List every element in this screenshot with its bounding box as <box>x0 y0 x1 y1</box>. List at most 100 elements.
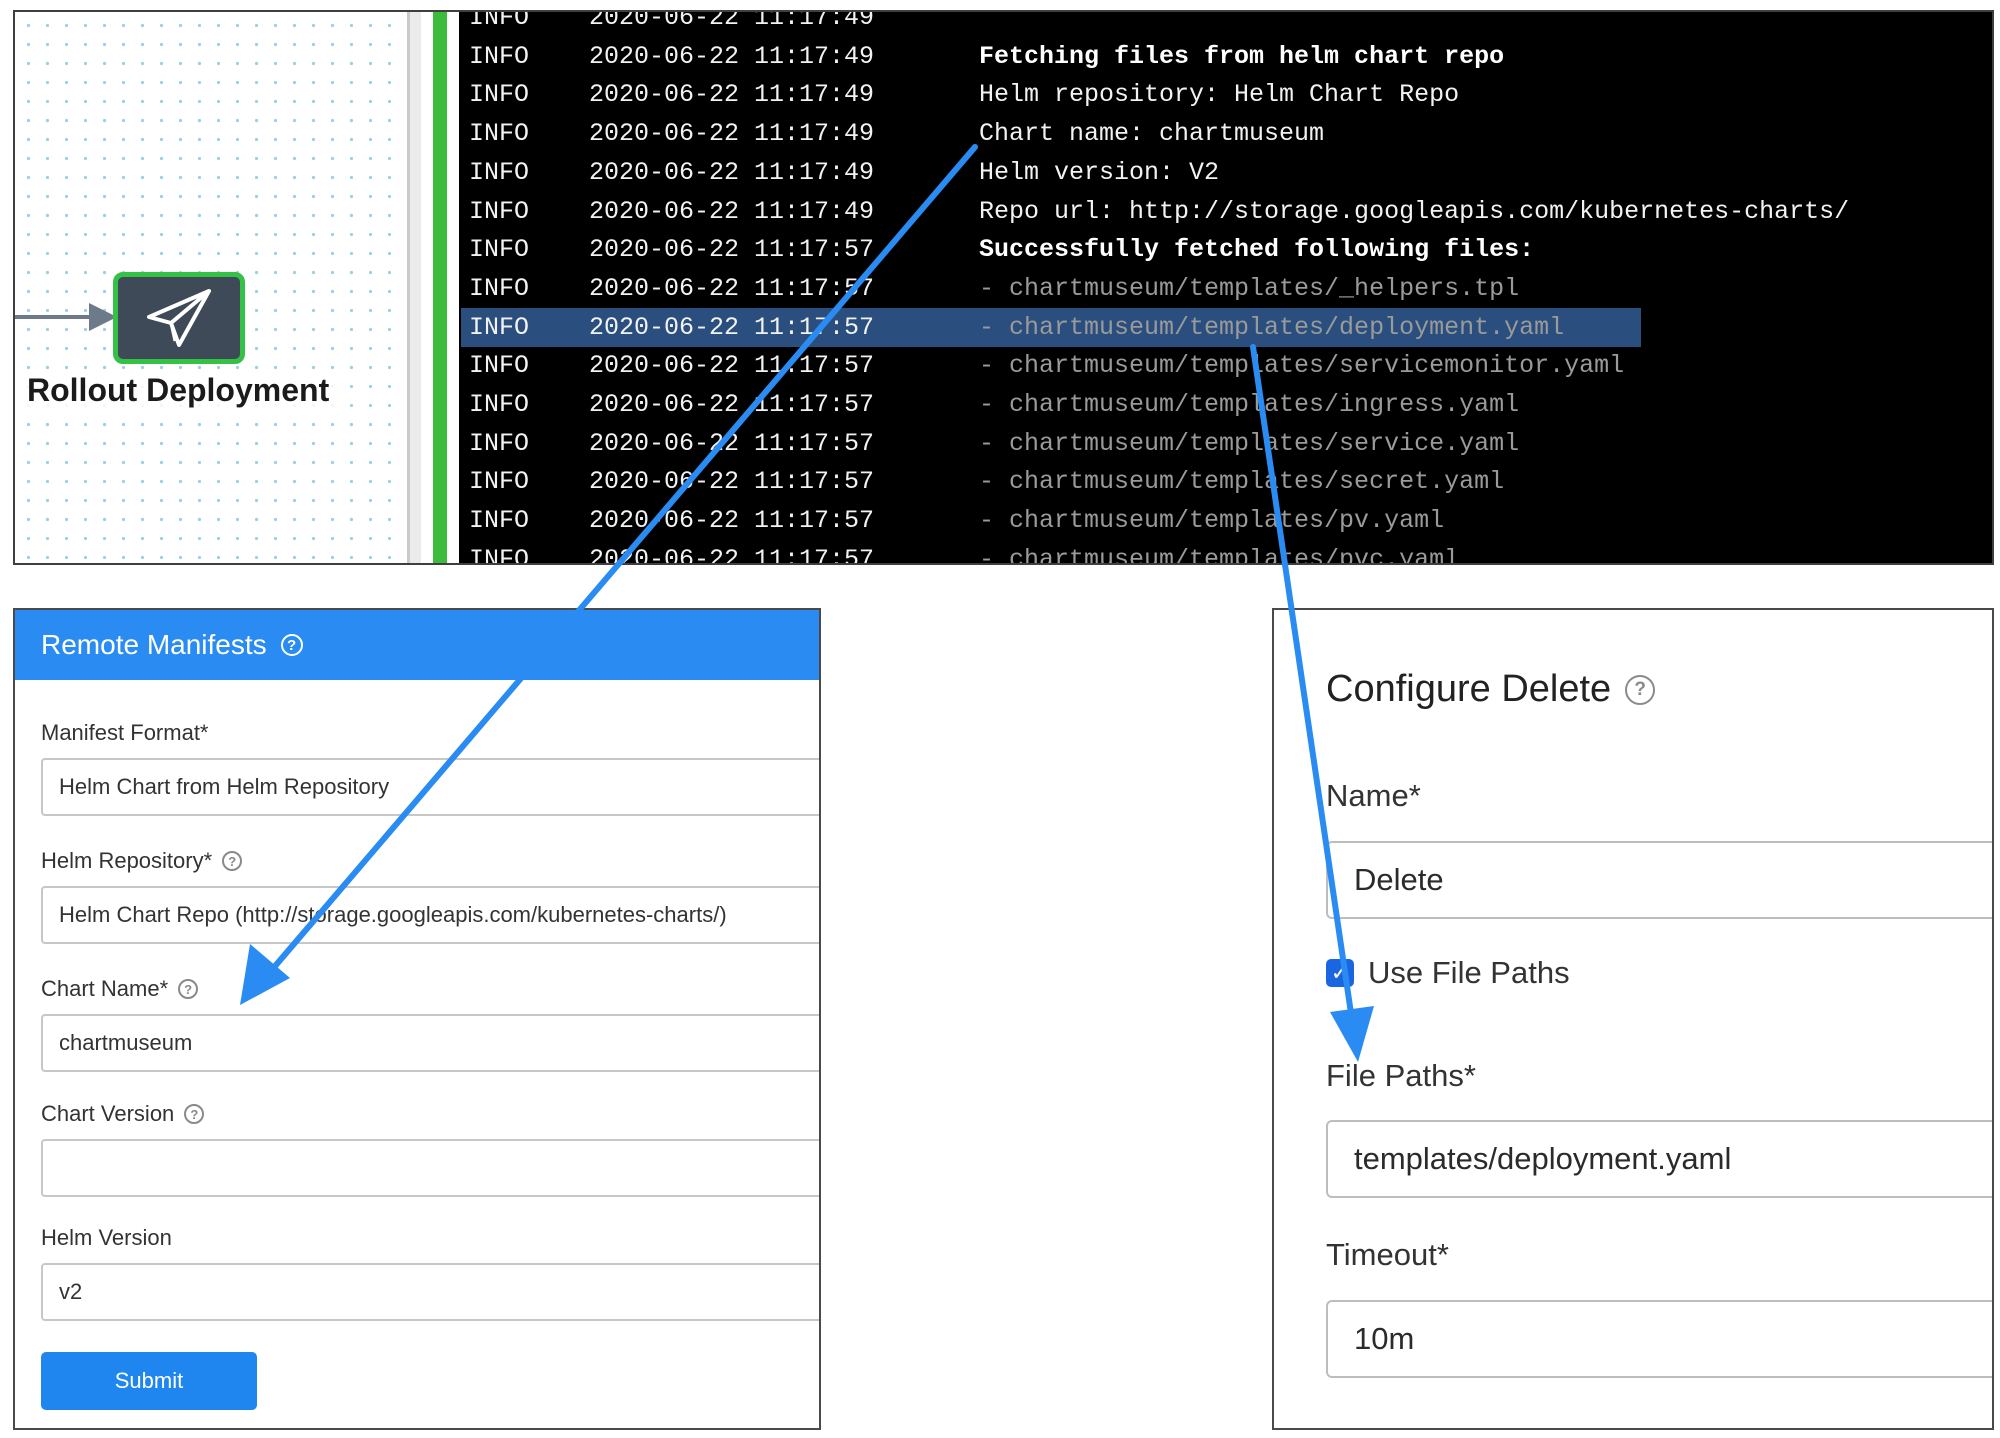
log-row[interactable]: INFO 2020-06-22 11:17:57 Successfully fetc… <box>459 230 1992 269</box>
log-message: - chartmuseum/templates/pv.yaml <box>979 506 1445 536</box>
log-row[interactable]: INFO 2020-06-22 11:17:49 Repo url: http://… <box>459 192 1992 231</box>
paper-plane-icon <box>147 289 211 347</box>
log-message: - chartmuseum/templates/service.yaml <box>979 428 1520 458</box>
log-level: INFO <box>469 312 530 342</box>
workflow-canvas: Rollout Deployment <box>15 12 407 563</box>
rollout-deployment-node[interactable] <box>113 272 245 364</box>
status-bar-success <box>433 12 447 563</box>
log-level: INFO <box>469 12 530 32</box>
log-level: INFO <box>469 119 530 149</box>
log-level: INFO <box>469 235 530 265</box>
log-timestamp: 2020-06-22 11:17:49 <box>589 80 875 110</box>
log-level: INFO <box>469 506 530 536</box>
log-message: Helm repository: Helm Chart Repo <box>979 80 1460 110</box>
log-row[interactable]: INFO 2020-06-22 11:17:49 Fetching files fr… <box>459 37 1992 76</box>
timeout-input[interactable]: 10m <box>1326 1300 1992 1378</box>
log-timestamp: 2020-06-22 11:17:57 <box>589 428 875 458</box>
log-timestamp: 2020-06-22 11:17:57 <box>589 235 875 265</box>
checkbox-checked-icon[interactable]: ✓ <box>1326 959 1354 987</box>
log-row[interactable]: INFO 2020-06-22 11:17:57 - chartmuseum/tem… <box>459 269 1992 308</box>
log-timestamp: 2020-06-22 11:17:57 <box>589 351 875 381</box>
helm-version-select[interactable]: v2 <box>41 1263 819 1321</box>
log-row[interactable]: INFO 2020-06-22 11:17:49 Chart name: chart… <box>459 114 1992 153</box>
helm-version-label-text: Helm Version <box>41 1225 172 1250</box>
help-icon[interactable]: ? <box>178 979 199 999</box>
log-message: - chartmuseum/templates/deployment.yaml <box>979 312 1565 342</box>
submit-button[interactable]: Submit <box>41 1352 257 1410</box>
chart-name-label: Chart Name* ? <box>41 976 199 1002</box>
file-paths-input[interactable]: templates/deployment.yaml <box>1326 1120 1992 1198</box>
log-timestamp: 2020-06-22 11:17:57 <box>589 312 875 342</box>
log-message: - chartmuseum/templates/servicemonitor.y… <box>979 351 1625 381</box>
timeout-label: Timeout* <box>1326 1237 1449 1272</box>
manifest-format-label: Manifest Format* <box>41 720 209 746</box>
log-timestamp: 2020-06-22 11:17:49 <box>589 119 875 149</box>
log-row[interactable]: INFO 2020-06-22 11:17:49 <box>459 12 1992 37</box>
log-timestamp: 2020-06-22 11:17:49 <box>589 157 875 187</box>
log-message: Repo url: http://storage.googleapis.com/… <box>979 196 1850 226</box>
log-message: Helm version: V2 <box>979 157 1220 187</box>
log-level: INFO <box>469 157 530 187</box>
help-icon[interactable]: ? <box>1625 674 1656 705</box>
name-label: Name* <box>1326 778 1421 813</box>
chart-name-input[interactable]: chartmuseum <box>41 1014 819 1072</box>
log-timestamp: 2020-06-22 11:17:57 <box>589 273 875 303</box>
helm-version-label: Helm Version <box>41 1225 172 1251</box>
dialog-title: Configure Delete <box>1326 668 1612 710</box>
manifest-format-label-text: Manifest Format* <box>41 720 209 745</box>
help-icon[interactable]: ? <box>280 634 303 656</box>
connector-line <box>15 315 91 319</box>
log-message: Fetching files from helm chart repo <box>979 41 1505 71</box>
dialog-title-row: Configure Delete ? <box>1326 668 1656 711</box>
log-level: INFO <box>469 467 530 497</box>
log-message: - chartmuseum/templates/_helpers.tpl <box>979 273 1520 303</box>
log-timestamp: 2020-06-22 11:17:57 <box>589 390 875 419</box>
help-icon[interactable]: ? <box>184 1104 205 1124</box>
manifest-format-select[interactable]: Helm Chart from Helm Repository <box>41 758 819 816</box>
log-timestamp: 2020-06-22 11:17:57 <box>589 506 875 536</box>
log-timestamp: 2020-06-22 11:17:49 <box>589 196 875 226</box>
configure-delete-dialog: Configure Delete ? Name* Delete ✓ Use Fi… <box>1272 608 1994 1430</box>
log-terminal[interactable]: INFO 2020-06-22 11:17:49 INFO 2020-06-22 11… <box>459 12 1992 563</box>
log-row[interactable]: INFO 2020-06-22 11:17:57 - chartmuseum/tem… <box>459 385 1992 424</box>
log-level: INFO <box>469 80 530 110</box>
log-timestamp: 2020-06-22 11:17:57 <box>589 467 875 497</box>
chart-name-label-text: Chart Name* <box>41 976 169 1001</box>
log-row[interactable]: INFO 2020-06-22 11:17:49 Helm version: V2 <box>459 153 1992 192</box>
use-file-paths-label: Use File Paths <box>1368 955 1570 990</box>
name-input[interactable]: Delete <box>1326 841 1992 919</box>
log-row[interactable]: INFO 2020-06-22 11:17:57 - chartmuseum/tem… <box>459 501 1992 540</box>
log-row[interactable]: INFO 2020-06-22 11:17:57 - chartmuseum/tem… <box>459 540 1992 563</box>
log-message: Chart name: chartmuseum <box>979 119 1325 149</box>
log-row[interactable]: INFO 2020-06-22 11:17:57 - chartmuseum/tem… <box>459 424 1992 463</box>
log-timestamp: 2020-06-22 11:17:57 <box>589 544 875 563</box>
dialog-title: Remote Manifests <box>41 629 267 660</box>
log-row[interactable]: INFO 2020-06-22 11:17:57 - chartmuseum/tem… <box>459 346 1992 385</box>
log-level: INFO <box>469 196 530 226</box>
log-level: INFO <box>469 351 530 381</box>
log-row[interactable]: INFO 2020-06-22 11:17:49 Helm repository: … <box>459 75 1992 114</box>
helm-repository-label-text: Helm Repository* <box>41 848 213 873</box>
log-row-highlighted[interactable]: INFO 2020-06-22 11:17:57 - chartmuseum/tem… <box>459 307 1992 347</box>
top-composite-panel: Rollout Deployment INFO 2020-06-22 11:17:… <box>13 10 1994 565</box>
log-message: - chartmuseum/templates/pvc.yaml <box>979 544 1460 563</box>
log-level: INFO <box>469 428 530 458</box>
log-message: - chartmuseum/templates/ingress.yaml <box>979 390 1520 419</box>
helm-repository-select[interactable]: Helm Chart Repo (http://storage.googleap… <box>41 886 819 944</box>
log-level: INFO <box>469 390 530 419</box>
helm-repository-label: Helm Repository* ? <box>41 848 243 874</box>
use-file-paths-checkbox-row[interactable]: ✓ Use File Paths <box>1326 955 1570 991</box>
log-level: INFO <box>469 41 530 71</box>
log-level: INFO <box>469 544 530 563</box>
log-timestamp: 2020-06-22 11:17:49 <box>589 41 875 71</box>
help-icon[interactable]: ? <box>222 851 243 871</box>
file-paths-label: File Paths* <box>1326 1058 1476 1093</box>
log-message: - chartmuseum/templates/secret.yaml <box>979 467 1505 497</box>
dialog-header: Remote Manifests ? <box>15 610 819 680</box>
log-level: INFO <box>469 273 530 303</box>
chart-version-input[interactable] <box>41 1139 819 1197</box>
node-label: Rollout Deployment <box>27 372 347 409</box>
remote-manifests-dialog: Remote Manifests ? Manifest Format* Helm… <box>13 608 821 1430</box>
log-row[interactable]: INFO 2020-06-22 11:17:57 - chartmuseum/tem… <box>459 462 1992 501</box>
panel-divider[interactable] <box>407 12 421 563</box>
